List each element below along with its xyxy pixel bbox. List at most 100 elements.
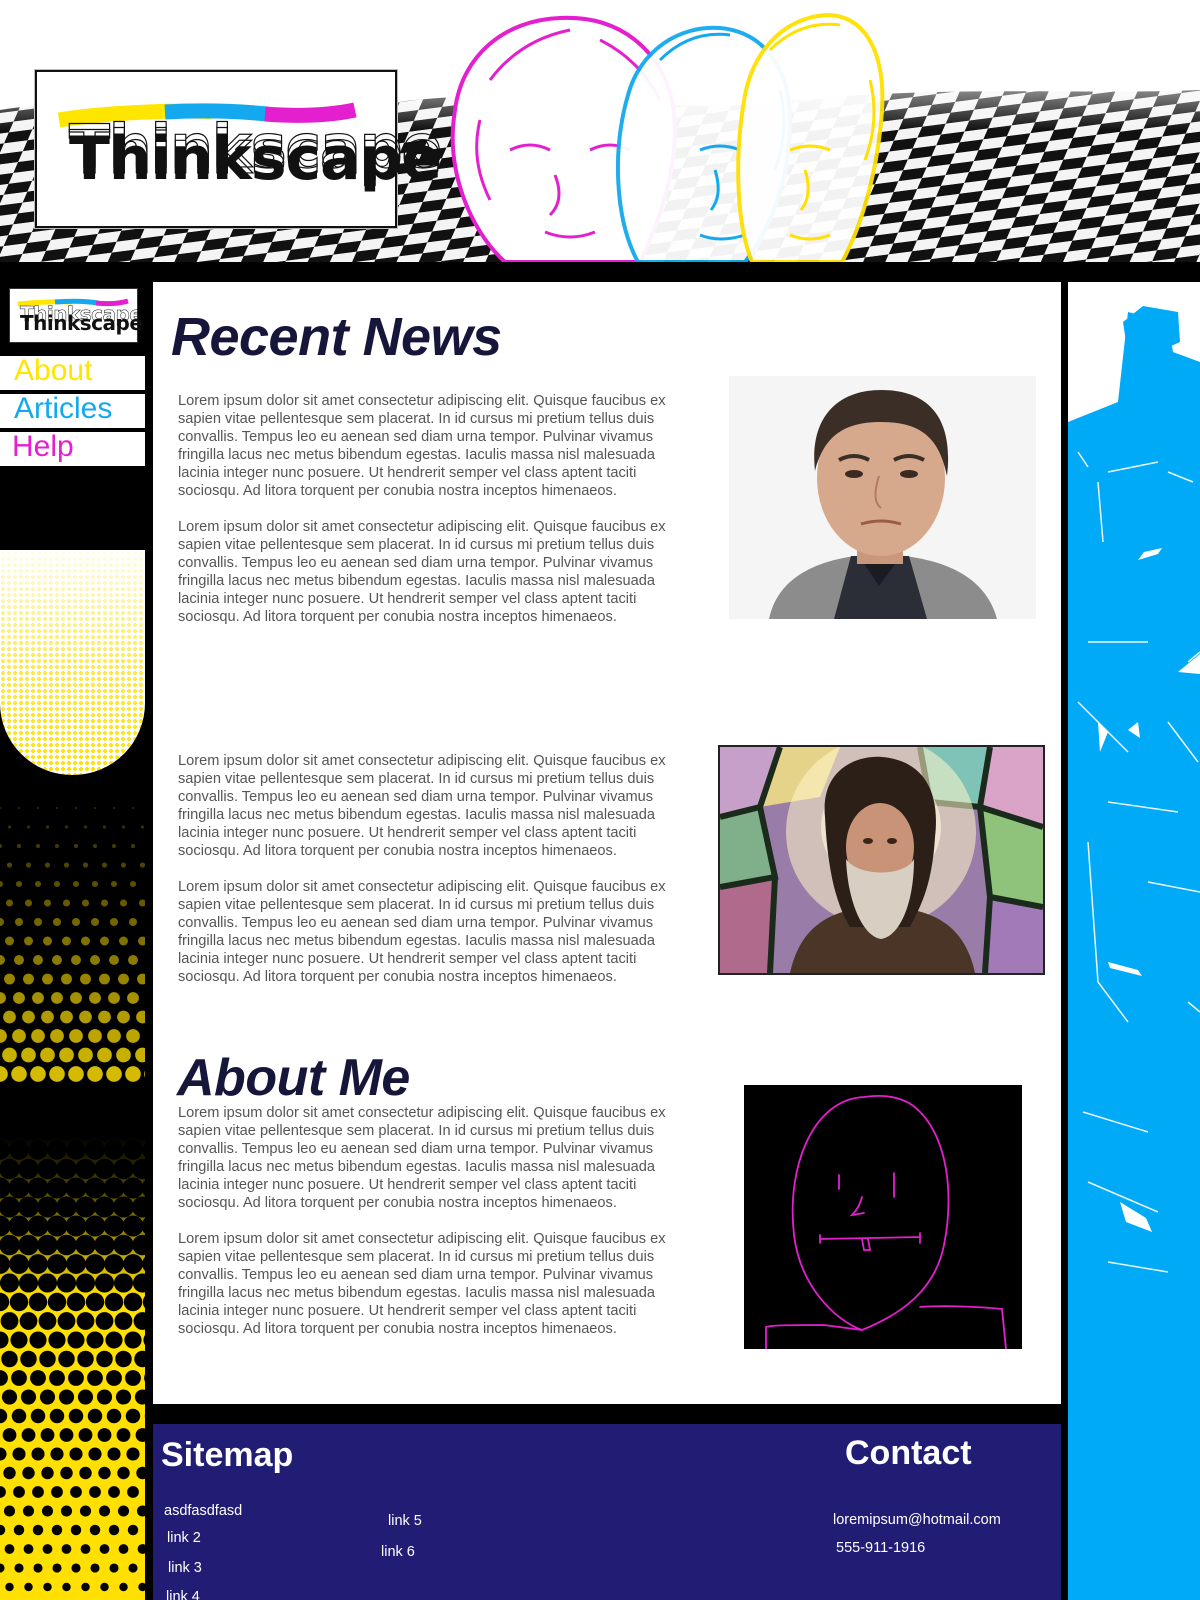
halftone-dot (30, 1408, 46, 1424)
halftone-dot (4, 1544, 15, 1554)
halftone-dot (65, 1177, 87, 1199)
halftone-dot (125, 1408, 141, 1424)
halftone-dot (12, 1029, 26, 1043)
halftone-dot (39, 1084, 56, 1102)
halftone-dot (116, 1428, 131, 1442)
halftone-dot (124, 1331, 142, 1349)
halftone-dot (95, 1312, 114, 1330)
halftone-dot (80, 973, 91, 985)
halftone-dot (24, 936, 33, 946)
halftone-dot (71, 1563, 81, 1573)
halftone-dot (39, 1389, 56, 1405)
halftone-dot (8, 1215, 30, 1237)
halftone-dot (73, 843, 79, 849)
halftone-dot (128, 1563, 138, 1573)
halftone-dot (13, 1486, 25, 1498)
halftone-dot (13, 992, 25, 1004)
halftone-dot (86, 1331, 104, 1349)
halftone-dot (91, 880, 99, 888)
halftone-dot (5, 1582, 14, 1592)
halftone-dot (51, 1524, 63, 1536)
halftone-dot (85, 1254, 105, 1274)
halftone-dot (20, 1350, 37, 1368)
halftone-dot (46, 1215, 68, 1237)
halftone-dot (114, 1312, 133, 1330)
halftone-dot (48, 1331, 66, 1349)
halftone-dot (3, 1010, 16, 1024)
halftone-dot (79, 1466, 92, 1480)
halftone-dot (119, 936, 128, 946)
halftone-dots-pattern (0, 802, 145, 1600)
nav-item-help[interactable]: Help (0, 432, 145, 466)
contact-email-link[interactable]: loremipsum@hotmail.com (833, 1512, 1001, 1528)
halftone-dot (131, 806, 135, 810)
halftone-dot (100, 899, 109, 907)
halftone-dot (115, 1084, 132, 1102)
halftone-dot (35, 843, 41, 849)
halftone-dot (120, 862, 127, 868)
nav-item-about[interactable]: About (0, 356, 145, 390)
halftone-dot (121, 825, 126, 829)
halftone-dot (101, 862, 108, 868)
nav-item-articles[interactable]: Articles (0, 394, 145, 428)
halftone-dot (126, 1447, 140, 1461)
halftone-dot (10, 1331, 28, 1349)
halftone-dot (24, 899, 33, 907)
left-sidebar: Thinkscape Thinkscape About Articles Hel… (0, 282, 145, 1600)
sitemap-link[interactable]: asdfasdfasd (164, 1503, 242, 1519)
sidebar-logo[interactable]: Thinkscape Thinkscape (9, 288, 143, 343)
halftone-dot (25, 862, 32, 868)
sitemap-link[interactable]: link 5 (388, 1513, 422, 1529)
halftone-dot (31, 1447, 45, 1461)
halftone-dot (68, 1408, 84, 1424)
halftone-dot (38, 1121, 57, 1141)
halftone-dot (26, 825, 31, 829)
sitemap-link[interactable]: link 6 (381, 1544, 415, 1560)
halftone-dot (27, 1215, 49, 1237)
halftone-dot (41, 1505, 54, 1517)
halftone-dot (38, 1312, 57, 1330)
halftone-dot (113, 1234, 134, 1256)
halftone-dot (77, 1389, 94, 1405)
halftone-dot (87, 1066, 103, 1082)
halftone-dot (18, 1196, 39, 1218)
halftone-dots-decoration (0, 802, 145, 1600)
halftone-dot (103, 1215, 125, 1237)
halftone-dot (47, 1140, 67, 1160)
halftone-dot (47, 1292, 67, 1312)
site-logo[interactable]: Thinkscape Thinkscape Thinkscape (35, 70, 443, 228)
halftone-dot (70, 1486, 82, 1498)
halftone-dot (41, 1010, 54, 1024)
halftone-dot (122, 1177, 144, 1199)
halftone-dot (119, 1582, 128, 1592)
sitemap-link[interactable]: link 3 (168, 1560, 202, 1576)
halftone-dot (71, 917, 81, 927)
halftone-dot (0, 1158, 20, 1180)
halftone-dot (99, 973, 110, 985)
sitemap-link[interactable]: link 2 (167, 1530, 201, 1546)
halftone-dot (33, 1563, 43, 1573)
halftone-dot (7, 825, 12, 829)
halftone-dot (24, 1582, 33, 1592)
halftone-dot (5, 899, 14, 907)
sitemap-link[interactable]: link 4 (166, 1589, 200, 1600)
halftone-dot (21, 1047, 36, 1063)
halftone-dot (87, 1408, 103, 1424)
halftone-dot (62, 899, 71, 907)
halftone-dot (139, 862, 145, 868)
halftone-dot (77, 1084, 94, 1102)
halftone-dot (126, 1029, 140, 1043)
halftone-dot (90, 917, 100, 927)
halftone-dot (117, 1505, 130, 1517)
halftone-dot (113, 1273, 134, 1293)
halftone-dot (85, 1140, 105, 1160)
halftone-dot (115, 1389, 132, 1405)
halftone-dot (31, 1029, 45, 1043)
halftone-dot (50, 1029, 64, 1043)
halftone-dot (51, 992, 63, 1004)
halftone-dot (108, 1524, 120, 1536)
halftone-dot (100, 1582, 109, 1592)
halftone-dot (102, 825, 107, 829)
halftone-dot (9, 1292, 29, 1312)
halftone-dot (36, 806, 40, 810)
